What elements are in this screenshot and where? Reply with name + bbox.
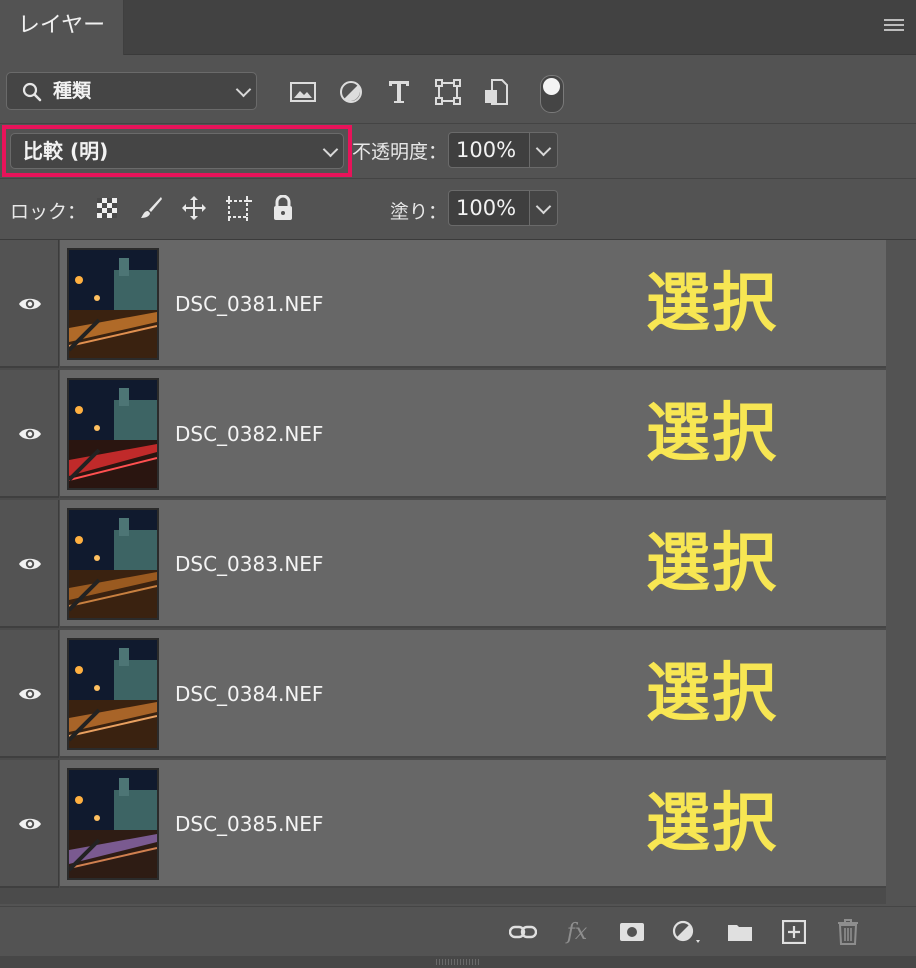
bottom-toolbar: fx	[0, 906, 916, 957]
blend-row: 比較 (明) 不透明度： 100%	[0, 124, 916, 179]
lock-row: ロック： 塗り： 100%	[0, 179, 916, 240]
chevron-down-icon	[322, 141, 339, 158]
layer-body[interactable]: DSC_0384.NEF 選択	[60, 630, 886, 758]
filter-kind-label: 種類	[53, 80, 92, 102]
lock-label: ロック：	[10, 201, 87, 223]
visibility-toggle[interactable]	[0, 370, 59, 498]
lock-position-icon[interactable]	[179, 193, 209, 223]
layer-thumbnail	[67, 248, 159, 360]
hamburger-menu-icon[interactable]	[884, 19, 904, 35]
opacity-dropdown-button[interactable]	[530, 132, 558, 168]
layer-row[interactable]: DSC_0381.NEF 選択	[0, 240, 886, 368]
layer-body[interactable]: DSC_0382.NEF 選択	[60, 370, 886, 498]
visibility-toggle[interactable]	[0, 760, 59, 888]
visibility-toggle[interactable]	[0, 630, 59, 758]
fill-input[interactable]: 100%	[448, 190, 530, 226]
layer-row[interactable]: DSC_0384.NEF 選択	[0, 630, 886, 758]
eye-icon	[19, 298, 41, 310]
adjustment-layer-icon[interactable]	[671, 917, 701, 947]
layer-name: DSC_0383.NEF	[175, 552, 324, 576]
fill-dropdown-button[interactable]	[530, 190, 558, 226]
chevron-down-icon	[535, 198, 552, 215]
filter-kind-select[interactable]: 種類	[6, 72, 257, 110]
eye-icon	[19, 818, 41, 830]
new-group-icon[interactable]	[725, 917, 755, 947]
layer-row[interactable]: DSC_0382.NEF 選択	[0, 370, 886, 498]
selection-annotation: 選択	[646, 527, 778, 601]
opacity-input[interactable]: 100%	[448, 132, 530, 168]
resize-grip-icon[interactable]	[436, 959, 480, 965]
selection-annotation: 選択	[646, 787, 778, 861]
lock-artboard-icon[interactable]	[224, 193, 254, 223]
blend-mode-label: 比較 (明)	[23, 139, 109, 163]
visibility-toggle[interactable]	[0, 500, 59, 628]
image-filter-icon[interactable]	[288, 77, 318, 107]
lock-transparent-pixels-icon[interactable]	[92, 193, 122, 223]
layer-row[interactable]: DSC_0385.NEF 選択	[0, 760, 886, 888]
selection-annotation: 選択	[646, 267, 778, 341]
tab-layers[interactable]: レイヤー	[0, 0, 124, 55]
layer-body[interactable]: DSC_0383.NEF 選択	[60, 500, 886, 628]
scrollbar-track[interactable]	[886, 240, 916, 904]
panel-tab-bar: レイヤー	[0, 0, 916, 55]
layer-thumbnail	[67, 638, 159, 750]
layer-row[interactable]: DSC_0383.NEF 選択	[0, 500, 886, 628]
layer-body[interactable]: DSC_0385.NEF 選択	[60, 760, 886, 888]
eye-icon	[19, 558, 41, 570]
smart-object-filter-icon[interactable]	[481, 77, 511, 107]
type-filter-icon[interactable]	[384, 77, 414, 107]
link-layers-icon[interactable]	[508, 917, 538, 947]
opacity-label: 不透明度：	[352, 141, 448, 163]
visibility-toggle[interactable]	[0, 240, 59, 368]
layer-name: DSC_0381.NEF	[175, 292, 324, 316]
blend-mode-select[interactable]: 比較 (明)	[10, 133, 344, 169]
fx-icon[interactable]: fx	[562, 917, 592, 947]
blend-mode-highlight: 比較 (明)	[2, 125, 352, 177]
lock-image-pixels-icon[interactable]	[136, 193, 166, 223]
layer-name: DSC_0384.NEF	[175, 682, 324, 706]
layer-body[interactable]: DSC_0381.NEF 選択	[60, 240, 886, 368]
layer-thumbnail	[67, 508, 159, 620]
eye-icon	[19, 688, 41, 700]
add-mask-icon[interactable]	[617, 917, 647, 947]
layer-thumbnail	[67, 768, 159, 880]
layer-name: DSC_0382.NEF	[175, 422, 324, 446]
fill-label: 塗り：	[390, 201, 448, 223]
filter-row: 種類	[0, 55, 916, 124]
selection-annotation: 選択	[646, 397, 778, 471]
selection-annotation: 選択	[646, 657, 778, 731]
search-icon	[22, 82, 42, 102]
lock-all-icon[interactable]	[268, 193, 298, 223]
filter-toggle-icon[interactable]	[540, 75, 564, 113]
chevron-down-icon	[535, 140, 552, 157]
eye-icon	[19, 428, 41, 440]
shape-filter-icon[interactable]	[433, 77, 463, 107]
adjustment-filter-icon[interactable]	[336, 77, 366, 107]
layer-thumbnail	[67, 378, 159, 490]
layer-name: DSC_0385.NEF	[175, 812, 324, 836]
chevron-down-icon	[235, 81, 252, 98]
layers-list: DSC_0381.NEF 選択 DSC_0382.NEF 選択 DSC_0383…	[0, 240, 916, 904]
new-layer-icon[interactable]	[779, 917, 809, 947]
delete-icon[interactable]	[833, 917, 863, 947]
